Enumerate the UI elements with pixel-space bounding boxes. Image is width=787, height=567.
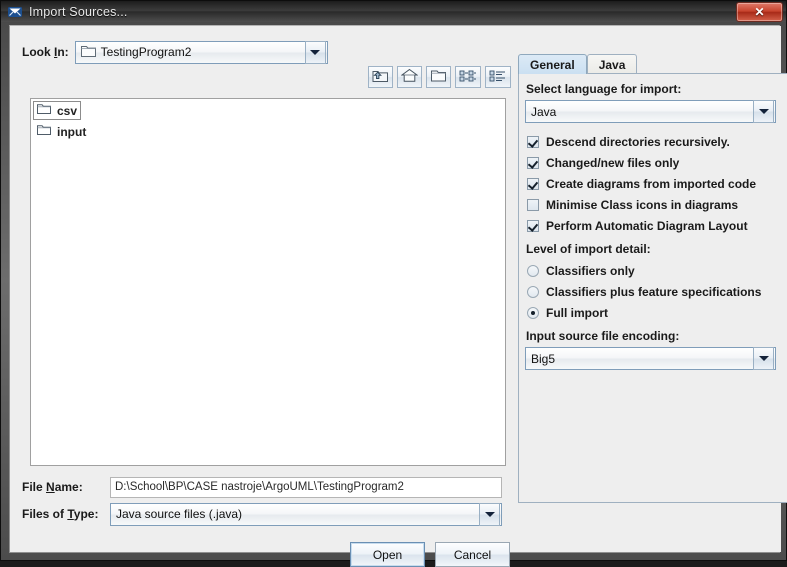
- argouml-icon: [7, 4, 23, 20]
- radio-classifiers-plus-features[interactable]: Classifiers plus feature specifications: [527, 281, 782, 302]
- encoding-combo[interactable]: Big5: [525, 347, 776, 370]
- file-name-value: D:\School\BP\CASE nastroje\ArgoUML\Testi…: [115, 481, 404, 493]
- radio-label: Classifiers only: [546, 263, 635, 278]
- radio-icon[interactable]: [527, 285, 539, 298]
- dialog-buttons: Open Cancel: [350, 542, 510, 567]
- checkbox-icon[interactable]: [527, 156, 539, 169]
- new-folder-icon: [430, 68, 447, 86]
- up-one-level-button[interactable]: [368, 66, 393, 88]
- list-item-label: csv: [57, 103, 78, 118]
- details-view-icon: [489, 69, 507, 86]
- radio-label: Full import: [546, 305, 608, 320]
- look-in-value: TestingProgram2: [100, 45, 192, 59]
- file-name-row: File Name: D:\School\BP\CASE nastroje\Ar…: [22, 476, 502, 498]
- file-name-input[interactable]: D:\School\BP\CASE nastroje\ArgoUML\Testi…: [110, 476, 502, 498]
- checkbox-icon[interactable]: [527, 219, 539, 232]
- close-button[interactable]: ✕: [736, 2, 783, 22]
- checkbox-icon[interactable]: [527, 135, 539, 148]
- list-item-label: input: [57, 124, 87, 139]
- chevron-down-icon: [310, 49, 321, 55]
- files-of-type-label: Files of Type:: [22, 507, 99, 521]
- list-view-button[interactable]: [455, 66, 481, 88]
- close-icon: ✕: [754, 5, 765, 19]
- files-of-type-value: Java source files (.java): [116, 507, 243, 521]
- language-dropdown-button[interactable]: [753, 100, 774, 123]
- list-item[interactable]: csv: [33, 101, 82, 120]
- options-tabstrip: General Java: [518, 53, 787, 74]
- radio-classifiers-only[interactable]: Classifiers only: [527, 260, 782, 281]
- encoding-value: Big5: [531, 351, 556, 366]
- window-title: Import Sources...: [29, 4, 128, 19]
- files-of-type-dropdown-button[interactable]: [479, 502, 500, 526]
- home-icon: [400, 68, 419, 86]
- chevron-down-icon: [484, 511, 495, 517]
- checkbox-descend-recursively[interactable]: Descend directories recursively.: [527, 131, 782, 152]
- look-in-label: Look In:: [22, 45, 69, 59]
- look-in-combo[interactable]: TestingProgram2: [74, 40, 328, 64]
- file-name-label: File Name:: [22, 480, 83, 494]
- chevron-down-icon: [758, 356, 769, 361]
- look-in-combo-value-wrap: TestingProgram2: [76, 44, 305, 60]
- folder-icon: [37, 103, 51, 118]
- encoding-label: Input source file encoding:: [526, 329, 680, 343]
- checkbox-changed-new-only[interactable]: Changed/new files only: [527, 152, 782, 173]
- details-view-button[interactable]: [485, 66, 511, 88]
- list-view-icon: [459, 69, 477, 86]
- checkbox-icon[interactable]: [527, 198, 539, 211]
- home-button[interactable]: [397, 66, 422, 88]
- checkbox-label: Changed/new files only: [546, 155, 680, 170]
- checkbox-icon[interactable]: [527, 177, 539, 190]
- folder-icon: [80, 44, 96, 60]
- list-item[interactable]: input: [33, 122, 90, 141]
- files-of-type-combo[interactable]: Java source files (.java): [110, 502, 502, 526]
- checkbox-label: Descend directories recursively.: [546, 134, 730, 149]
- import-options-pane: General Java Select language for import:…: [511, 26, 787, 552]
- checkbox-label: Create diagrams from imported code: [546, 176, 757, 191]
- radio-full-import[interactable]: Full import: [527, 302, 782, 323]
- general-tab-panel: Select language for import: Java Descend…: [518, 73, 787, 503]
- folder-icon: [37, 124, 51, 139]
- chevron-down-icon: [758, 109, 769, 114]
- dialog-client-area: Look In: TestingProgram2 csv input File …: [9, 25, 787, 567]
- title-bar[interactable]: Import Sources... ✕: [1, 1, 786, 22]
- files-of-type-row: Files of Type: Java source files (.java): [22, 502, 502, 526]
- new-folder-button[interactable]: [426, 66, 451, 88]
- radio-icon[interactable]: [527, 264, 539, 277]
- checkbox-create-diagrams[interactable]: Create diagrams from imported code: [527, 173, 782, 194]
- look-in-row: Look In: TestingProgram2: [22, 40, 502, 64]
- import-detail-label: Level of import detail:: [526, 242, 651, 256]
- tab-general[interactable]: General: [518, 54, 587, 74]
- file-chooser-pane: Look In: TestingProgram2 csv input File …: [10, 26, 511, 567]
- tab-java[interactable]: Java: [586, 54, 638, 74]
- checkbox-label: Perform Automatic Diagram Layout: [546, 218, 748, 233]
- checkbox-label: Minimise Class icons in diagrams: [546, 197, 739, 212]
- open-button[interactable]: Open: [350, 542, 425, 567]
- file-list[interactable]: csv input: [30, 98, 506, 466]
- radio-icon[interactable]: [527, 306, 539, 319]
- cancel-button[interactable]: Cancel: [435, 542, 510, 567]
- language-value: Java: [531, 104, 557, 119]
- look-in-dropdown-button[interactable]: [304, 40, 326, 64]
- language-label: Select language for import:: [526, 82, 682, 96]
- checkbox-automatic-layout[interactable]: Perform Automatic Diagram Layout: [527, 215, 782, 236]
- encoding-dropdown-button[interactable]: [753, 347, 774, 370]
- chooser-toolbar: [368, 66, 511, 88]
- import-sources-window: Import Sources... ✕ Look In: TestingProg…: [0, 0, 787, 567]
- up-one-level-icon: [372, 68, 389, 86]
- language-combo[interactable]: Java: [525, 100, 776, 123]
- checkbox-minimise-class-icons[interactable]: Minimise Class icons in diagrams: [527, 194, 782, 215]
- radio-label: Classifiers plus feature specifications: [546, 284, 762, 299]
